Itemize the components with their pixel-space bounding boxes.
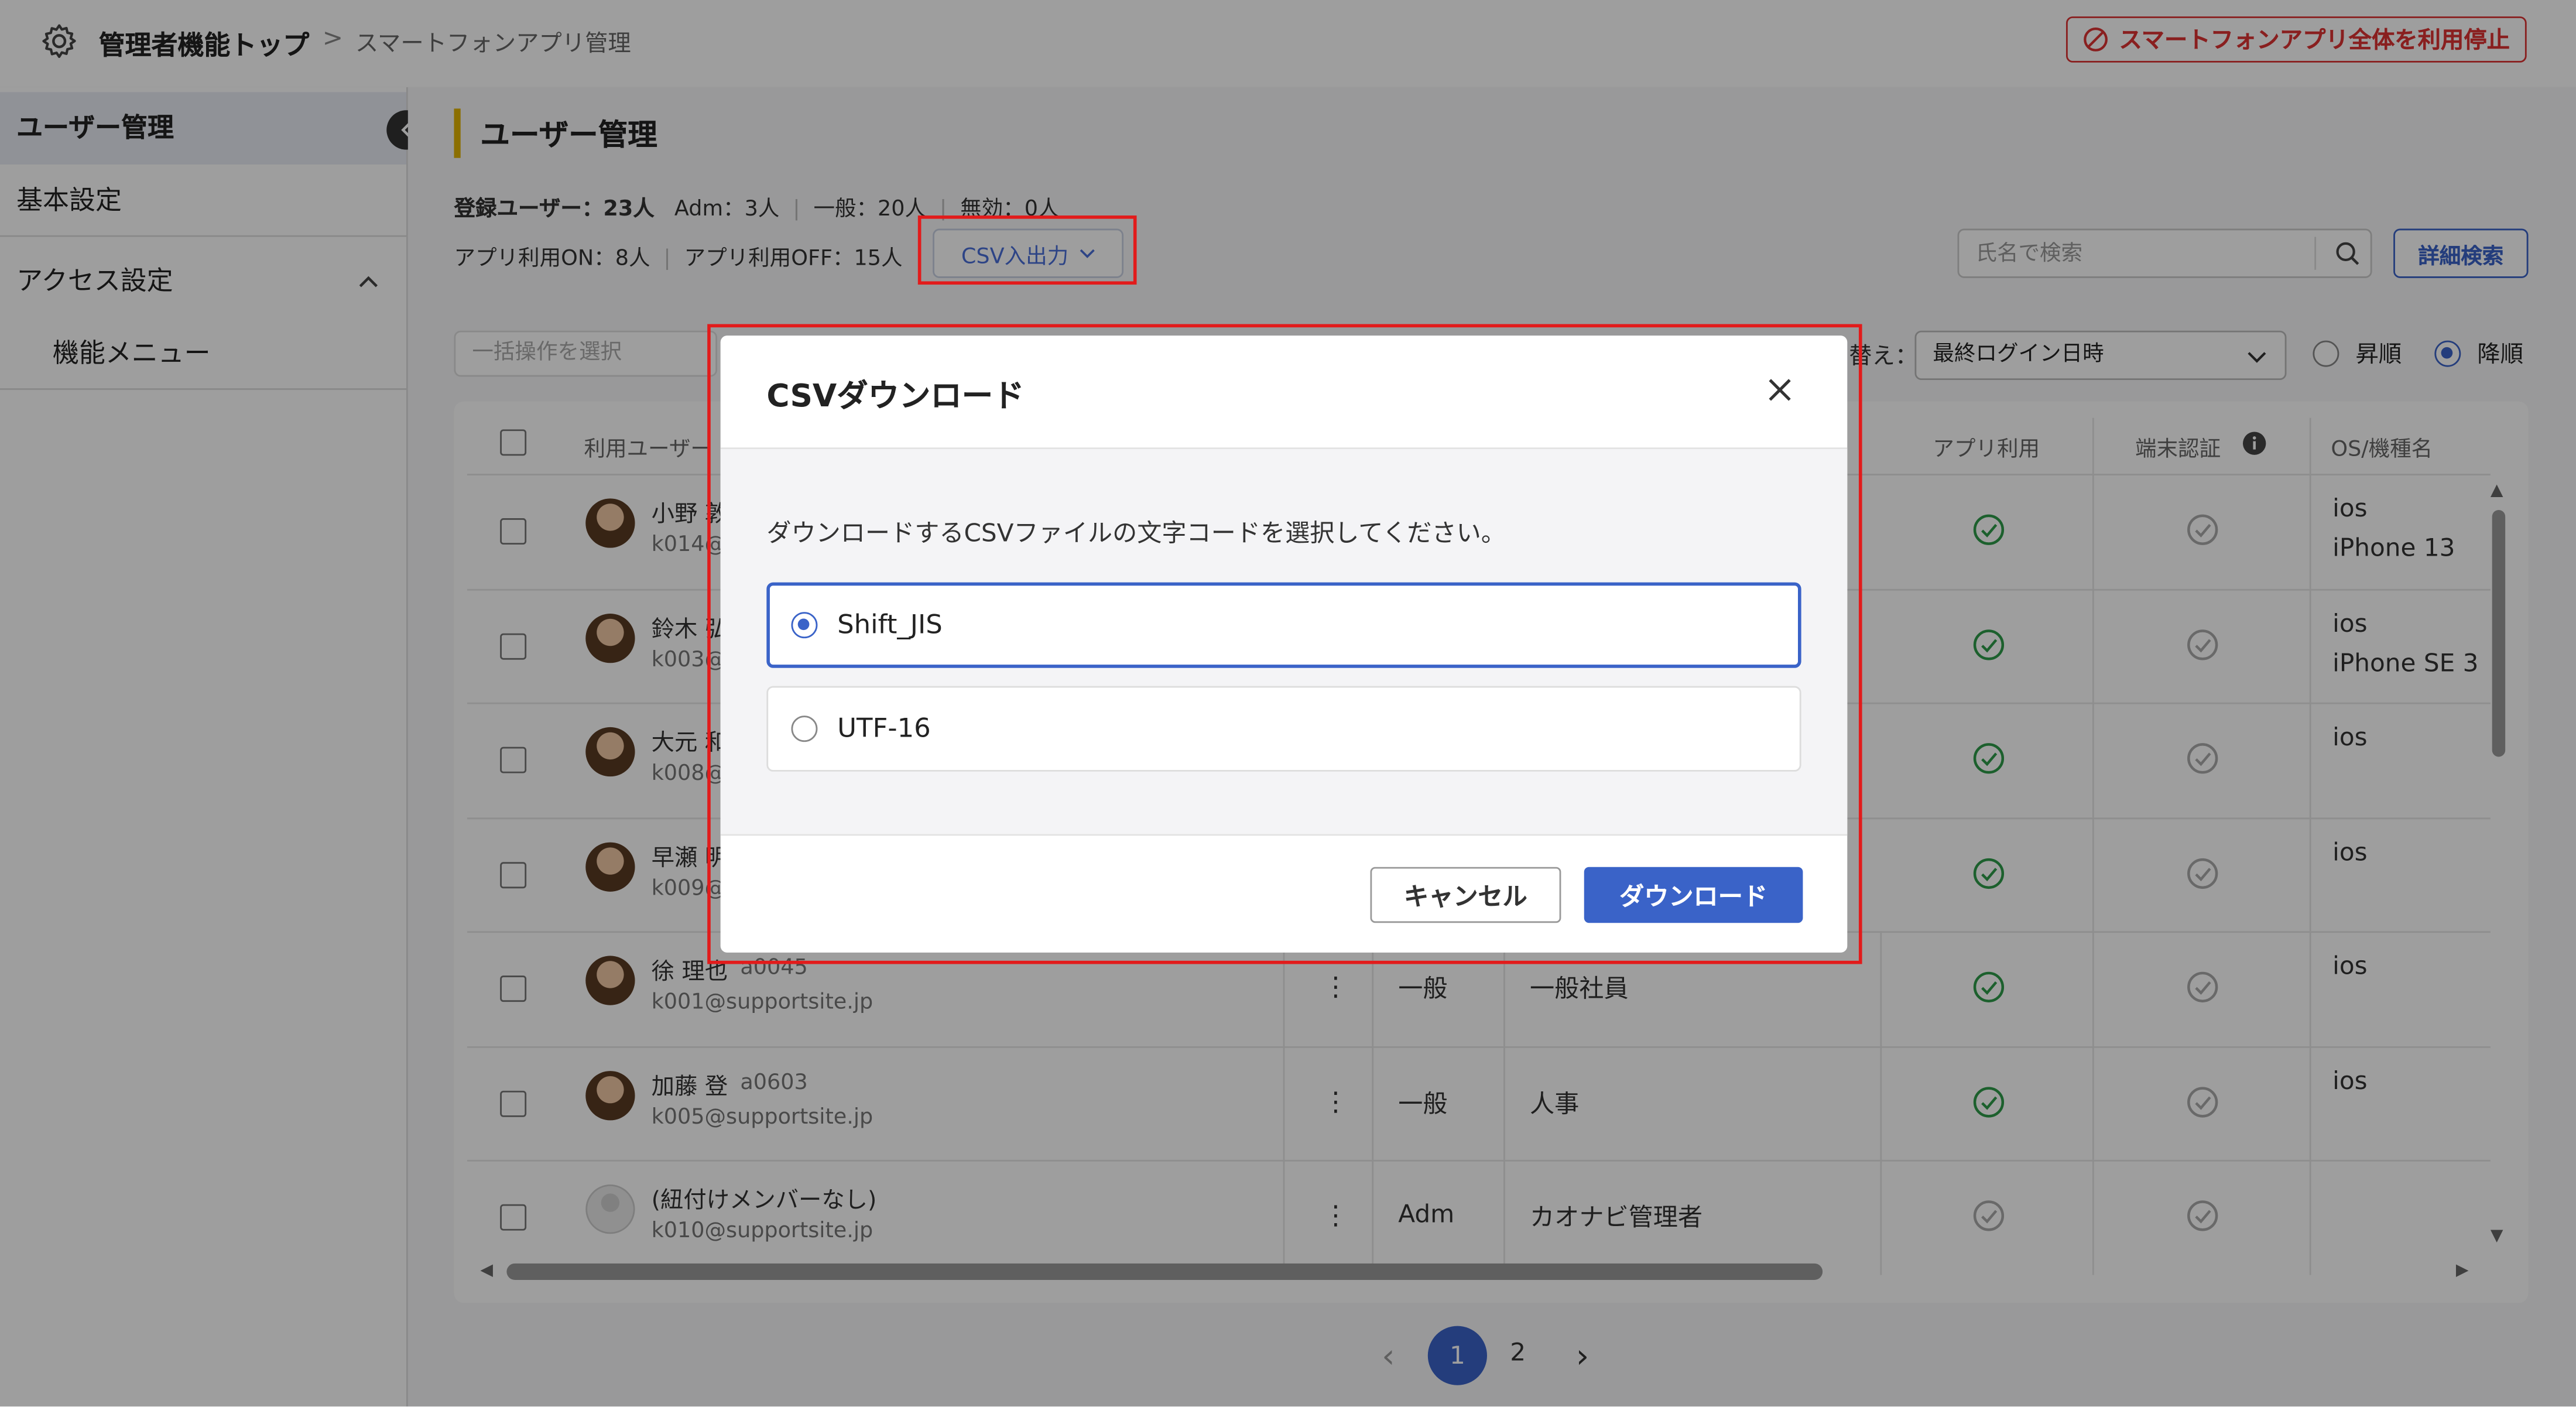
utf16-label: UTF-16 (837, 712, 931, 744)
encoding-option-utf16[interactable]: UTF-16 (766, 686, 1801, 772)
dialog-title: CSVダウンロード (766, 378, 1025, 415)
download-button[interactable]: ダウンロード (1584, 867, 1803, 923)
shift-jis-radio[interactable] (791, 612, 818, 639)
dialog-header: CSVダウンロード (720, 336, 1848, 450)
dialog-footer: キャンセル ダウンロード (720, 834, 1848, 953)
encoding-option-shift-jis[interactable]: Shift_JIS (766, 582, 1801, 668)
csv-button-highlight (917, 215, 1137, 285)
cancel-button[interactable]: キャンセル (1370, 867, 1561, 923)
close-icon[interactable] (1765, 375, 1795, 405)
shift-jis-label: Shift_JIS (837, 608, 943, 640)
csv-download-dialog: CSVダウンロード ダウンロードするCSVファイルの文字コードを選択してください… (720, 336, 1848, 953)
utf16-radio[interactable] (791, 716, 818, 742)
dialog-message: ダウンロードするCSVファイルの文字コードを選択してください。 (766, 518, 1506, 548)
app-window: 管理者機能トップ > スマートフォンアプリ管理 スマートフォンアプリ全体を利用停… (0, 0, 2576, 1407)
dialog-body: ダウンロードするCSVファイルの文字コードを選択してください。 Shift_JI… (720, 449, 1848, 834)
